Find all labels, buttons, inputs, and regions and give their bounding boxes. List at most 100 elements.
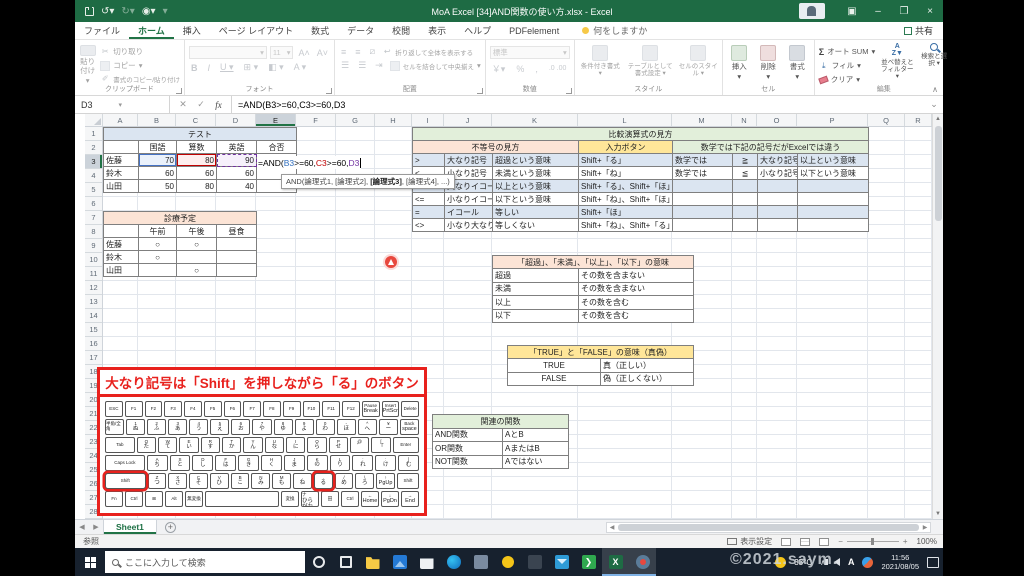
align-top-icon[interactable]: ≡ xyxy=(339,47,348,57)
cell[interactable]: 40 xyxy=(216,179,257,193)
column-header-G[interactable]: G xyxy=(336,114,375,126)
cell[interactable]: 未満 xyxy=(492,281,579,297)
cell[interactable]: 小なり記号 xyxy=(757,166,798,180)
close-button[interactable]: × xyxy=(917,0,943,22)
speaker-icon[interactable] xyxy=(824,558,840,566)
font-name-combo[interactable]: ▾ xyxy=(189,46,267,59)
cell[interactable]: 50 xyxy=(138,179,177,193)
ribbon-tab-ファイル[interactable]: ファイル xyxy=(75,22,129,39)
zoom-out-icon[interactable]: − xyxy=(838,537,843,546)
hscroll-thumb[interactable] xyxy=(618,524,919,531)
underline-button[interactable]: U ▾ xyxy=(218,62,236,73)
undo-icon[interactable]: ↺▾ xyxy=(101,6,114,17)
cell[interactable] xyxy=(757,205,798,219)
cell[interactable]: 昼食 xyxy=(216,224,257,238)
column-header-O[interactable]: O xyxy=(757,114,797,126)
column-header-L[interactable]: L xyxy=(578,114,672,126)
cell[interactable]: 数学では下記の記号だがExcelでは違う xyxy=(672,140,869,154)
cell[interactable]: 80 xyxy=(176,153,217,167)
cell[interactable] xyxy=(103,224,139,238)
column-header-R[interactable]: R xyxy=(905,114,932,126)
cell[interactable]: 以下という意味 xyxy=(492,192,579,206)
cell[interactable]: 関連の関数 xyxy=(432,414,569,429)
find-select-button[interactable]: 検索と選択 ▾ xyxy=(919,43,948,85)
display-settings-button[interactable]: 表示設定 xyxy=(727,536,772,547)
taskbar-icon-taskview[interactable] xyxy=(332,548,359,576)
percent-icon[interactable]: % xyxy=(514,64,526,74)
page-break-view-icon[interactable] xyxy=(819,537,830,546)
cell[interactable]: 以下 xyxy=(492,308,579,323)
cell[interactable]: 等しい xyxy=(492,205,579,219)
sheet-nav-left-icon[interactable]: ◀ xyxy=(75,520,89,534)
row-header-16[interactable]: 16 xyxy=(85,337,102,351)
zoom-slider[interactable] xyxy=(846,538,899,545)
cell[interactable]: AND関数 xyxy=(432,427,503,442)
taskbar-icon-store[interactable] xyxy=(413,548,440,576)
normal-view-icon[interactable] xyxy=(781,537,792,546)
ribbon-tab-校閲[interactable]: 校閲 xyxy=(383,22,419,39)
cell[interactable]: 国語 xyxy=(138,140,177,154)
cell[interactable] xyxy=(757,192,798,206)
scroll-right-icon[interactable]: ▶ xyxy=(920,524,930,531)
cell-styles-button[interactable]: セルのスタイル ▾ xyxy=(679,43,718,85)
cell[interactable]: 鈴木 xyxy=(103,166,139,180)
row-header-10[interactable]: 10 xyxy=(85,253,102,267)
cell[interactable]: 以上という意味 xyxy=(492,179,579,193)
save-icon[interactable] xyxy=(85,6,94,16)
decrease-font-icon[interactable]: A˅ xyxy=(315,48,330,58)
cell[interactable] xyxy=(797,218,869,232)
column-header-D[interactable]: D xyxy=(216,114,256,126)
new-sheet-icon[interactable]: + xyxy=(164,521,176,533)
touch-mode-icon[interactable]: ◉▾ xyxy=(142,6,156,17)
tray-app-icon[interactable] xyxy=(862,556,874,568)
active-cell-formula[interactable]: =AND(B3>=60,C3>=60,D3 xyxy=(257,156,362,169)
taskbar-icon-ydot[interactable] xyxy=(494,548,521,576)
cell[interactable]: ○ xyxy=(176,237,217,251)
minimize-button[interactable]: – xyxy=(865,0,891,22)
cell[interactable]: その数を含む xyxy=(578,295,694,310)
cell[interactable]: AまたはB xyxy=(502,441,569,456)
cell[interactable]: 不等号の見方 xyxy=(412,140,579,154)
cell[interactable] xyxy=(138,263,177,277)
font-dialog-launcher-icon[interactable] xyxy=(326,88,332,94)
fill-button[interactable]: ⤓ フィル ▾ xyxy=(819,60,875,71)
user-avatar[interactable] xyxy=(799,3,825,19)
cell[interactable]: Shift+「ね」、Shift+「ほ」 xyxy=(578,192,673,206)
vscroll-thumb[interactable] xyxy=(935,126,942,221)
cell[interactable]: 超過という意味 xyxy=(492,153,579,167)
number-dialog-launcher-icon[interactable] xyxy=(565,88,572,94)
enter-icon[interactable]: ✓ xyxy=(197,99,205,110)
copy-button[interactable]: コピー ▾ xyxy=(100,60,180,71)
cell[interactable]: 70 xyxy=(138,153,177,167)
weather-sun-icon[interactable] xyxy=(775,556,787,568)
cell[interactable]: 以下という意味 xyxy=(797,166,869,180)
weather-temp[interactable]: 33°C xyxy=(794,558,812,567)
row-header-17[interactable]: 17 xyxy=(85,351,102,365)
cell[interactable]: 午前 xyxy=(138,224,177,238)
cell[interactable]: 以上という意味 xyxy=(797,153,869,167)
format-cells-button[interactable]: 書式 ▾ xyxy=(785,43,810,85)
cell[interactable]: Shift+「る」、Shift+「ほ」 xyxy=(578,179,673,193)
row-header-15[interactable]: 15 xyxy=(85,323,102,337)
share-button[interactable]: 共有 xyxy=(903,24,933,37)
cell[interactable] xyxy=(797,192,869,206)
page-layout-view-icon[interactable] xyxy=(800,537,811,546)
cell[interactable] xyxy=(672,192,733,206)
cell[interactable]: 午後 xyxy=(176,224,217,238)
cell[interactable]: Aではない xyxy=(502,454,569,469)
cell[interactable]: 山田 xyxy=(103,179,139,193)
align-left-icon[interactable]: ☰ xyxy=(339,60,351,71)
expand-formula-bar-icon[interactable]: ⌄ xyxy=(925,96,943,113)
zoom-level[interactable]: 100% xyxy=(917,537,937,546)
row-header-9[interactable]: 9 xyxy=(85,239,102,253)
cell[interactable]: 「超過」、「未満」、「以上」、「以下」の意味 xyxy=(492,254,694,270)
cell[interactable]: <> xyxy=(412,218,445,232)
taskbar-icon-mail[interactable] xyxy=(548,548,575,576)
format-painter-button[interactable]: ✐ 書式のコピー/貼り付け xyxy=(100,74,180,84)
sheet-grid[interactable]: 1 2 3 4 5 6 7 8 9 10 11 12 13 14 15 16 17 18 19 20 21 22 23 24 2… xyxy=(85,127,932,519)
column-header-B[interactable]: B xyxy=(138,114,176,126)
scroll-left-icon[interactable]: ◀ xyxy=(607,524,617,531)
cell[interactable] xyxy=(797,205,869,219)
scroll-up-icon[interactable]: ▲ xyxy=(933,114,943,124)
ribbon-tab-PDFelement[interactable]: PDFelement xyxy=(500,22,568,39)
